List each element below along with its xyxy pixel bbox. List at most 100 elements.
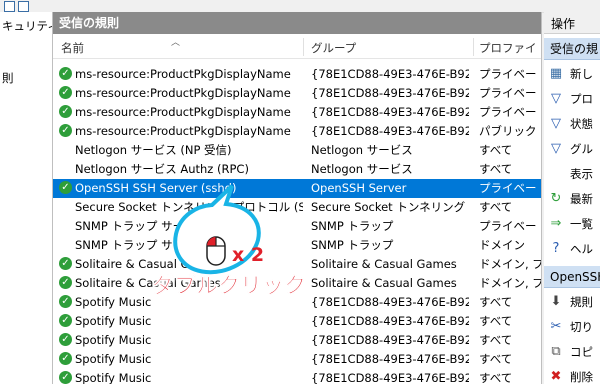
rule-profile: すべて xyxy=(479,200,513,214)
disable-icon: ⬇ xyxy=(550,294,562,309)
column-divider[interactable] xyxy=(473,38,474,56)
rule-profile: すべて xyxy=(479,295,513,309)
table-row[interactable]: ✓ ms-resource:ProductPkgDisplayName {78E1C… xyxy=(53,103,541,122)
action-item[interactable]: ⧉ コピ xyxy=(544,340,600,364)
rule-name: SNMP トラップ サービス xyxy=(75,238,208,252)
rule-profile: ドメイン, プ xyxy=(479,276,541,290)
check-icon: ✓ xyxy=(59,276,72,289)
enabled-check-icon: ✓ xyxy=(59,331,73,350)
rule-profile: すべて xyxy=(479,143,513,157)
filter-icon: ▽ xyxy=(551,116,561,131)
action-item[interactable]: ▽ プロ xyxy=(544,87,600,111)
rule-group: {78E1CD88-49E3-476E-B926-... xyxy=(311,333,469,347)
table-row[interactable]: ✓Spotify Music {78E1CD88-49E3-476E-B926-.… xyxy=(53,350,541,369)
rule-group: {78E1CD88-49E3-476E-B926-... xyxy=(311,352,469,366)
rule-group: Netlogon サービス xyxy=(311,143,413,157)
rule-group: Secure Socket トンネリング プ... xyxy=(311,200,469,214)
rule-disabled-spacer xyxy=(59,160,73,179)
table-row[interactable]: Netlogon サービス Authz (RPC) Netlogon サービス すべ… xyxy=(53,160,541,179)
column-header-group[interactable]: グループ xyxy=(311,36,469,58)
tree-item-security[interactable]: キュリティ xyxy=(2,18,52,34)
action-item[interactable]: ⇒ 一覧 xyxy=(544,212,600,236)
actions-section-openssh[interactable]: OpenSSH xyxy=(544,266,600,288)
rule-group: Solitaire & Casual Games xyxy=(311,257,457,271)
action-item[interactable]: ⬇ 規則 xyxy=(544,290,600,314)
rules-panel: 受信の規則 名前 ︿ グループ プロファイ ✓ ms-resource:Produ… xyxy=(52,12,542,384)
rule-group: {78E1CD88-49E3-476E-B926-... xyxy=(311,124,469,138)
column-header-row: 名前 ︿ グループ プロファイ xyxy=(53,36,541,59)
enabled-check-icon: ✓ xyxy=(59,293,73,312)
rule-group: SNMP トラップ xyxy=(311,219,394,233)
table-row[interactable]: ✓Spotify Music {78E1CD88-49E3-476E-B926-.… xyxy=(53,369,541,384)
table-row[interactable]: Secure Socket トンネリング プロトコル (SSTP ... Secu… xyxy=(53,198,541,217)
check-icon: ✓ xyxy=(59,352,72,365)
toolbar-icon[interactable] xyxy=(18,1,29,12)
action-item[interactable]: ✂ 切り xyxy=(544,315,600,339)
action-label: グル xyxy=(570,142,593,156)
actions-section-inbound[interactable]: 受信の規 xyxy=(544,38,600,60)
panel-title: 受信の規則 xyxy=(53,12,541,34)
check-icon: ✓ xyxy=(59,181,72,194)
rule-group: {78E1CD88-49E3-476E-B926-... xyxy=(311,295,469,309)
enabled-check-icon: ✓ xyxy=(59,84,73,103)
check-icon: ✓ xyxy=(59,371,72,384)
action-label: 規則 xyxy=(570,295,593,309)
action-item[interactable]: ✖ 削除 xyxy=(544,365,600,384)
rule-profile: プライベー xyxy=(479,67,537,81)
table-row[interactable]: ✓ Solitaire & Casual Games Solitaire & Cas… xyxy=(53,274,541,293)
rule-profile: すべて xyxy=(479,352,513,366)
action-item[interactable]: ? ヘル xyxy=(544,237,600,261)
rule-profile: プライベー xyxy=(479,105,537,119)
sort-ascending-icon: ︿ xyxy=(171,38,181,48)
rule-profile: すべて xyxy=(479,333,513,347)
check-icon: ✓ xyxy=(59,105,72,118)
action-item[interactable]: ▽ 状態 xyxy=(544,112,600,136)
rule-name: Netlogon サービス Authz (RPC) xyxy=(75,162,249,176)
table-row[interactable]: Netlogon サービス (NP 受信) Netlogon サービス すべて xyxy=(53,141,541,160)
enabled-check-icon: ✓ xyxy=(59,255,73,274)
column-header-profile[interactable]: プロファイ xyxy=(479,36,541,58)
column-divider[interactable] xyxy=(303,38,304,56)
table-row[interactable]: ✓ Solitaire & Casual Games Solitaire & Cas… xyxy=(53,255,541,274)
rule-name: Spotify Music xyxy=(75,371,152,384)
rule-disabled-spacer xyxy=(59,141,73,160)
enabled-check-icon: ✓ xyxy=(59,274,73,293)
rule-disabled-spacer xyxy=(59,198,73,217)
new-rule-icon: ▦ xyxy=(549,66,563,81)
table-row[interactable]: ✓ ms-resource:ProductPkgDisplayName {78E1C… xyxy=(53,65,541,84)
table-row[interactable]: SNMP トラップ サービス SNMP トラップ プライベー xyxy=(53,217,541,236)
rule-group: OpenSSH Server xyxy=(311,181,407,195)
toolbar-icon[interactable] xyxy=(4,1,15,12)
table-row[interactable]: ✓ ms-resource:ProductPkgDisplayName {78E1C… xyxy=(53,84,541,103)
enabled-check-icon: ✓ xyxy=(59,350,73,369)
rule-name: Solitaire & Casual Games xyxy=(75,257,221,271)
rule-name: ms-resource:ProductPkgDisplayName xyxy=(75,105,291,119)
rule-group: Netlogon サービス xyxy=(311,162,413,176)
copy-icon: ⧉ xyxy=(551,344,561,359)
table-row[interactable]: ✓Spotify Music {78E1CD88-49E3-476E-B926-.… xyxy=(53,293,541,312)
rule-profile: すべて xyxy=(479,162,513,176)
column-header-name[interactable]: 名前 xyxy=(61,36,301,58)
table-row[interactable]: SNMP トラップ サービス SNMP トラップ ドメイン xyxy=(53,236,541,255)
tree-item-rules[interactable]: 則 xyxy=(2,70,14,86)
rule-name: Spotify Music xyxy=(75,295,152,309)
action-label: 一覧 xyxy=(570,217,593,231)
rule-name: ms-resource:ProductPkgDisplayName xyxy=(75,86,291,100)
check-icon: ✓ xyxy=(59,86,72,99)
rule-profile: パブリック xyxy=(479,124,537,138)
rule-group: {78E1CD88-49E3-476E-B926-... xyxy=(311,105,469,119)
rule-name: Spotify Music xyxy=(75,333,152,347)
actions-pane: 操作 受信の規 ▦新し▽プロ▽状態▽グル表示↻最新⇒一覧?ヘル OpenSSH … xyxy=(544,12,600,384)
table-row-selected[interactable]: ✓ OpenSSH SSH Server (sshd) OpenSSH Server… xyxy=(53,179,541,198)
rule-name: OpenSSH SSH Server (sshd) xyxy=(75,181,237,195)
rule-profile: プライベー xyxy=(479,181,537,195)
action-item[interactable]: ↻ 最新 xyxy=(544,187,600,211)
table-row[interactable]: ✓ ms-resource:ProductPkgDisplayName {78E1C… xyxy=(53,122,541,141)
action-item[interactable]: 表示 xyxy=(544,162,600,186)
action-item[interactable]: ▽ グル xyxy=(544,137,600,161)
rule-name: Netlogon サービス (NP 受信) xyxy=(75,143,232,157)
table-row[interactable]: ✓Spotify Music {78E1CD88-49E3-476E-B926-.… xyxy=(53,331,541,350)
action-item[interactable]: ▦ 新し xyxy=(544,62,600,86)
table-row[interactable]: ✓Spotify Music {78E1CD88-49E3-476E-B926-.… xyxy=(53,312,541,331)
action-label: 状態 xyxy=(570,117,593,131)
